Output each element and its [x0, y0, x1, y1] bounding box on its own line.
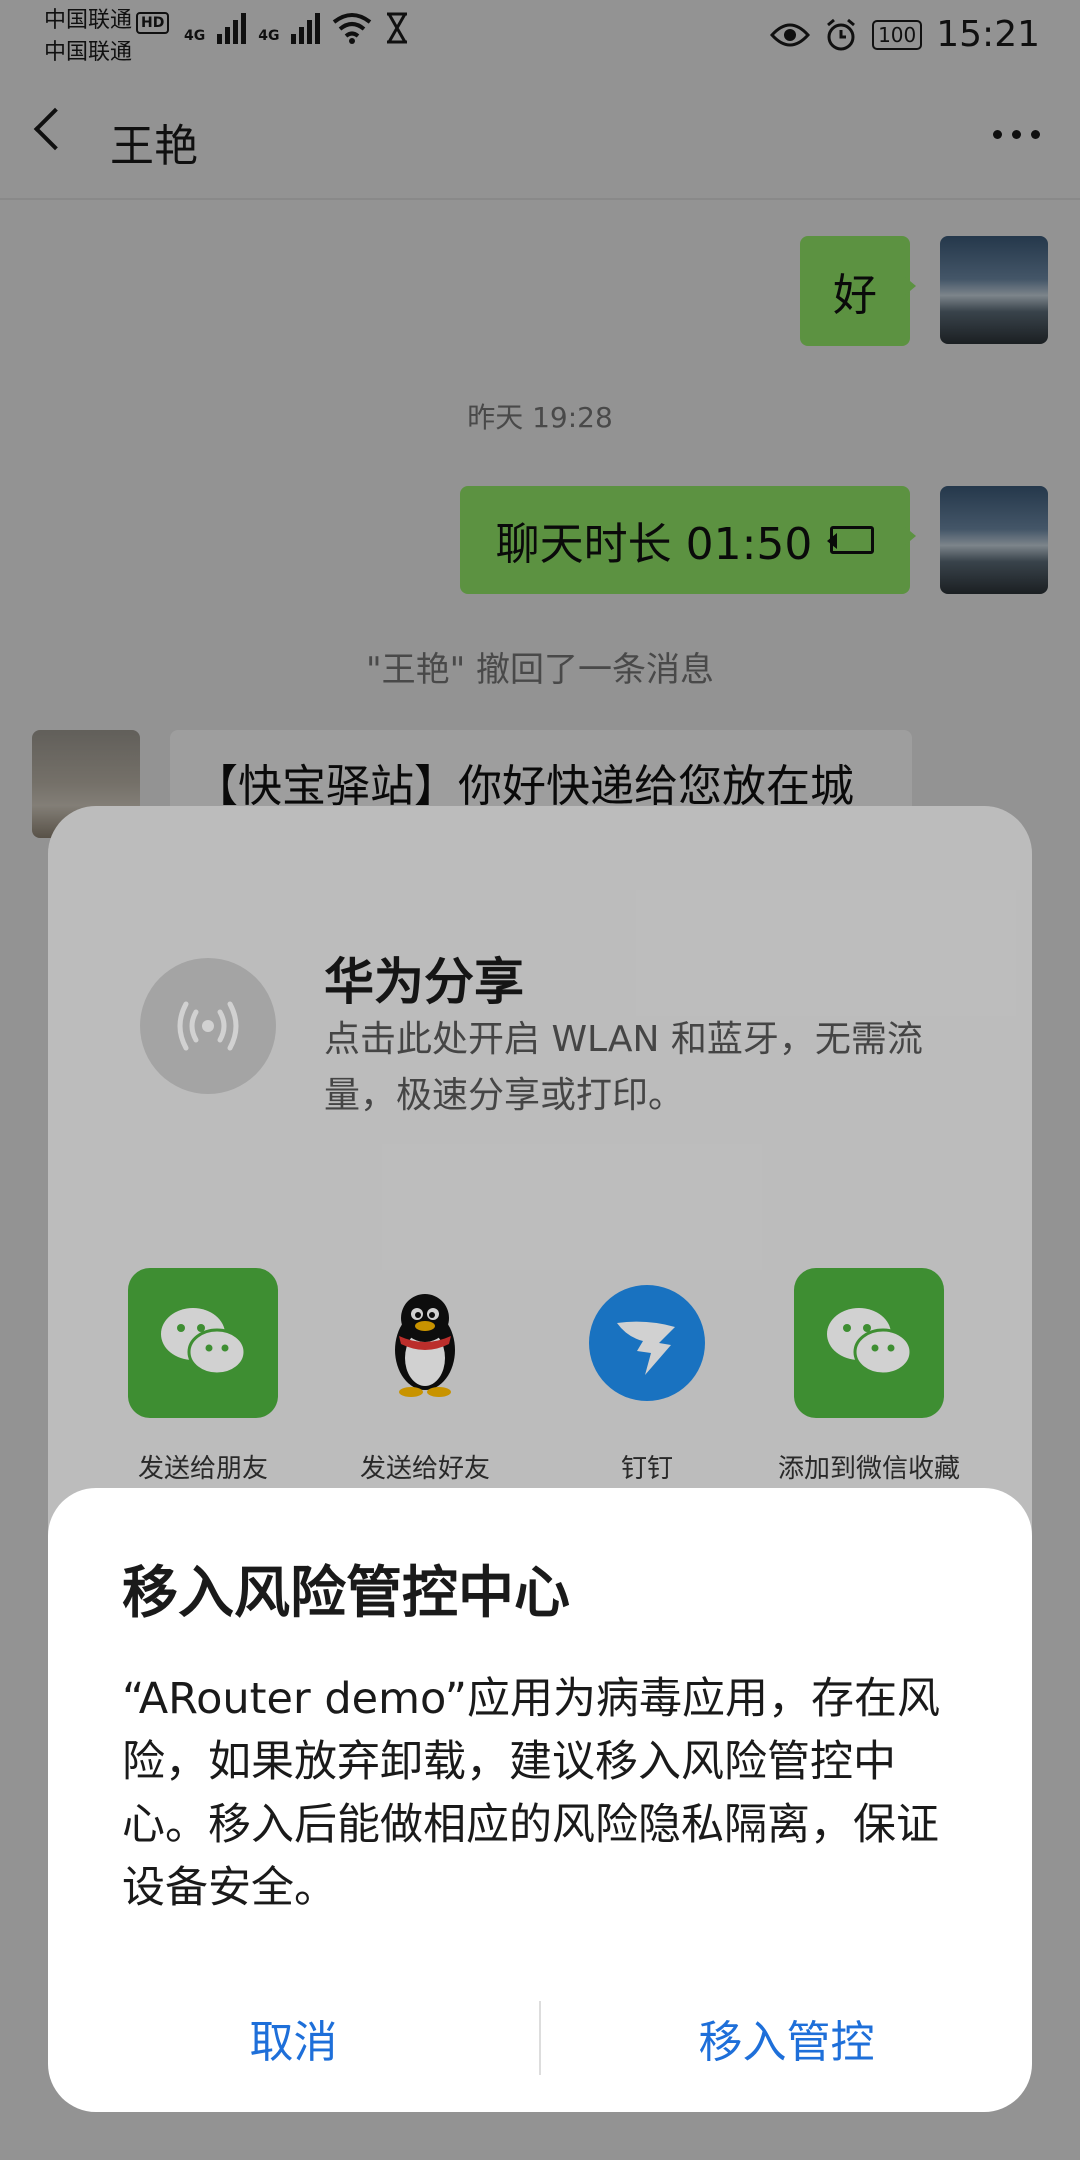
move-to-control-button[interactable]: 移入管控 — [541, 1988, 1032, 2088]
dialog-title: 移入风险管控中心 — [122, 1561, 570, 1626]
cancel-button[interactable]: 取消 — [48, 1988, 539, 2088]
risk-control-dialog: 移入风险管控中心 “ARouter demo”应用为病毒应用，存在风险，如果放弃… — [48, 1488, 1032, 2112]
dialog-message: “ARouter demo”应用为病毒应用，存在风险，如果放弃卸载，建议移入风险… — [122, 1674, 941, 1913]
dialog-button-row: 取消 移入管控 — [48, 1988, 1032, 2088]
